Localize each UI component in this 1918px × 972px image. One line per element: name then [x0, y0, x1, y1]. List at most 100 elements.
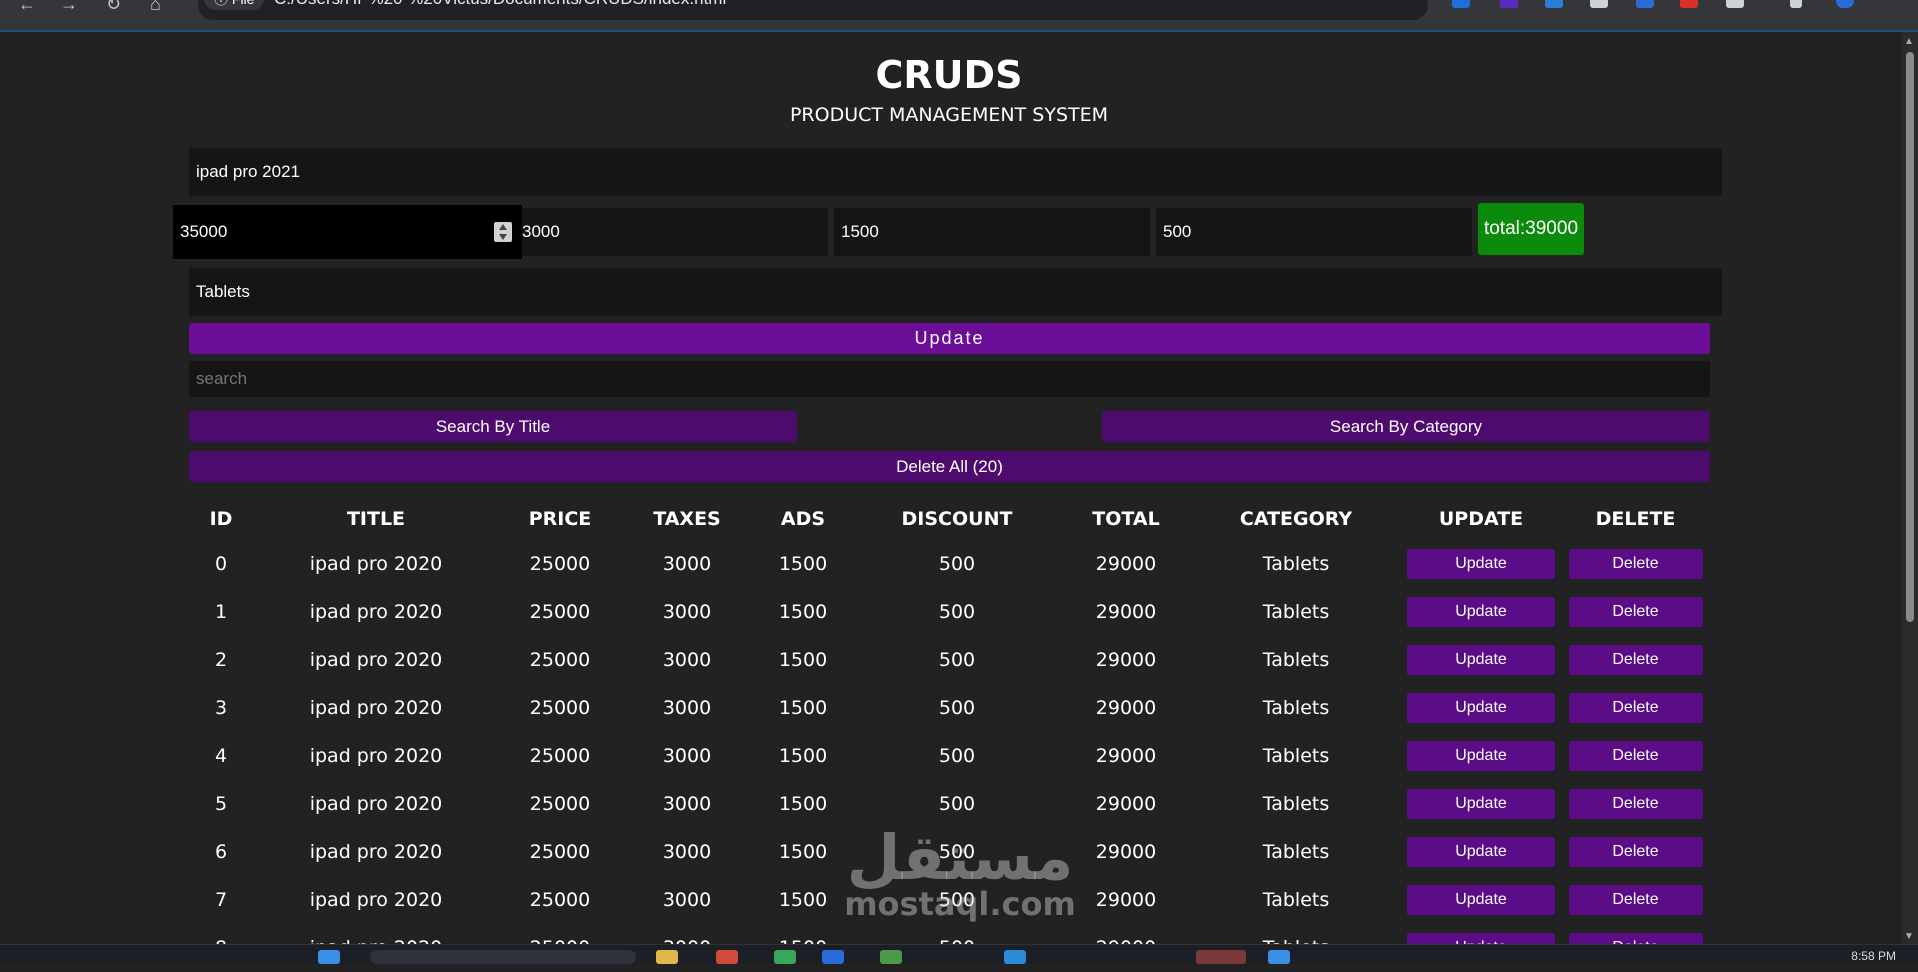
home-icon[interactable]: ⌂ — [150, 0, 161, 13]
row-delete-button[interactable]: Delete — [1568, 837, 1703, 867]
header-total: TOTAL — [1092, 508, 1160, 530]
cell-total: 29000 — [1095, 841, 1157, 863]
cell-ads: 1500 — [778, 745, 828, 767]
discount-input[interactable] — [1156, 208, 1472, 256]
cell-delete: Delete — [1561, 540, 1710, 588]
cell-delete: Delete — [1561, 876, 1710, 924]
category-input[interactable] — [189, 268, 1722, 316]
delete-all-button[interactable]: Delete All (20) — [189, 451, 1710, 482]
header-taxes: TAXES — [653, 508, 721, 530]
cell-id: 0 — [214, 553, 228, 575]
row-delete-button[interactable]: Delete — [1568, 885, 1703, 915]
cell-update: Update — [1401, 540, 1561, 588]
cell-delete: Delete — [1561, 684, 1710, 732]
media-icon[interactable] — [1790, 0, 1802, 8]
price-input[interactable] — [173, 205, 522, 259]
ads-input[interactable] — [834, 208, 1150, 256]
cell-title: ipad pro 2020 — [309, 793, 443, 815]
row-update-button[interactable]: Update — [1407, 885, 1555, 915]
cell-taxes: 3000 — [662, 841, 712, 863]
row-update-button[interactable]: Update — [1407, 789, 1555, 819]
total-badge: total:39000 — [1478, 203, 1584, 255]
cell-taxes: 3000 — [662, 601, 712, 623]
start-icon[interactable] — [318, 950, 340, 964]
scroll-down-icon[interactable]: ▼ — [1904, 931, 1914, 942]
scroll-up-icon[interactable]: ▲ — [1904, 36, 1914, 47]
page-scrollbar[interactable]: ▲ ▼ — [1902, 32, 1918, 944]
taskbar-app-icon[interactable] — [1196, 950, 1246, 964]
row-update-button[interactable]: Update — [1407, 549, 1555, 579]
profile-avatar-icon[interactable] — [1836, 0, 1854, 8]
extensions-puzzle-icon[interactable] — [1726, 0, 1744, 8]
cell-ads: 1500 — [778, 793, 828, 815]
taskbar-search[interactable] — [370, 950, 636, 964]
browser-toolbar: ← → ↻ ⌂ ⓘ File C:/Users/HP%20-%20Victus/… — [0, 0, 1918, 32]
cell-title: ipad pro 2020 — [309, 649, 443, 671]
extension-icon[interactable] — [1680, 0, 1698, 8]
reload-icon[interactable]: ↻ — [106, 0, 121, 13]
header-discount: DISCOUNT — [901, 508, 1013, 530]
taskbar-app-icon[interactable] — [774, 950, 796, 964]
scroll-thumb[interactable] — [1906, 52, 1914, 622]
cell-category: Tablets — [1262, 649, 1330, 671]
extension-icon[interactable] — [1452, 0, 1470, 8]
cell-update: Update — [1401, 636, 1561, 684]
spinner-icon[interactable] — [494, 222, 512, 242]
cell-discount: 500 — [938, 745, 976, 767]
cell-total: 29000 — [1095, 697, 1157, 719]
cell-category: Tablets — [1262, 601, 1330, 623]
row-update-button[interactable]: Update — [1407, 837, 1555, 867]
table-row: 0 ipad pro 2020 25000 3000 1500 500 29000 Table… — [189, 540, 1710, 588]
address-bar[interactable]: ⓘ File C:/Users/HP%20-%20Victus/Document… — [198, 0, 1604, 20]
back-icon[interactable]: ← — [18, 0, 36, 13]
extension-icon[interactable] — [1500, 0, 1518, 8]
row-delete-button[interactable]: Delete — [1568, 741, 1703, 771]
header-delete: DELETE — [1595, 508, 1676, 530]
row-update-button[interactable]: Update — [1407, 597, 1555, 627]
search-input[interactable] — [189, 361, 1710, 397]
url-text[interactable]: C:/Users/HP%20-%20Victus/Documents/CRUDS… — [274, 0, 726, 8]
extension-icon[interactable] — [1636, 0, 1654, 8]
cell-update: Update — [1401, 828, 1561, 876]
cell-id: 2 — [214, 649, 228, 671]
row-update-button[interactable]: Update — [1407, 693, 1555, 723]
forward-icon[interactable]: → — [60, 0, 78, 13]
cell-discount: 500 — [938, 553, 976, 575]
row-delete-button[interactable]: Delete — [1568, 597, 1703, 627]
extension-icon[interactable] — [1545, 0, 1563, 8]
taskbar-app-icon[interactable] — [656, 950, 678, 964]
row-delete-button[interactable]: Delete — [1568, 789, 1703, 819]
taskbar-app-icon[interactable] — [1268, 950, 1290, 964]
header-ads: ADS — [780, 508, 826, 530]
extension-icon[interactable] — [1590, 0, 1608, 8]
taskbar-app-icon[interactable] — [880, 950, 902, 964]
table-row: 6 ipad pro 2020 25000 3000 1500 500 29000 Table… — [189, 828, 1710, 876]
cell-id: 6 — [214, 841, 228, 863]
cell-delete: Delete — [1561, 636, 1710, 684]
taskbar-app-icon[interactable] — [716, 950, 738, 964]
products-table: ID TITLE PRICE TAXES ADS DISCOUNT TOTAL … — [189, 498, 1710, 972]
cell-category: Tablets — [1262, 745, 1330, 767]
search-by-category-button[interactable]: Search By Category — [1102, 411, 1710, 442]
taskbar-app-icon[interactable] — [1004, 950, 1026, 964]
cell-taxes: 3000 — [662, 793, 712, 815]
row-delete-button[interactable]: Delete — [1568, 693, 1703, 723]
cell-total: 29000 — [1095, 745, 1157, 767]
search-by-title-button[interactable]: Search By Title — [189, 411, 797, 442]
update-button[interactable]: Update — [189, 323, 1710, 354]
cell-price: 25000 — [529, 697, 591, 719]
cell-discount: 500 — [938, 649, 976, 671]
row-delete-button[interactable]: Delete — [1568, 645, 1703, 675]
header-update: UPDATE — [1438, 508, 1524, 530]
row-update-button[interactable]: Update — [1407, 741, 1555, 771]
cell-price: 25000 — [529, 553, 591, 575]
taxes-input[interactable] — [522, 208, 828, 256]
site-info-chip[interactable]: ⓘ File — [204, 0, 265, 10]
title-input[interactable] — [189, 148, 1722, 196]
cell-title: ipad pro 2020 — [309, 697, 443, 719]
cell-discount: 500 — [938, 697, 976, 719]
row-delete-button[interactable]: Delete — [1568, 549, 1703, 579]
cell-delete: Delete — [1561, 828, 1710, 876]
row-update-button[interactable]: Update — [1407, 645, 1555, 675]
taskbar-app-icon[interactable] — [822, 950, 844, 964]
